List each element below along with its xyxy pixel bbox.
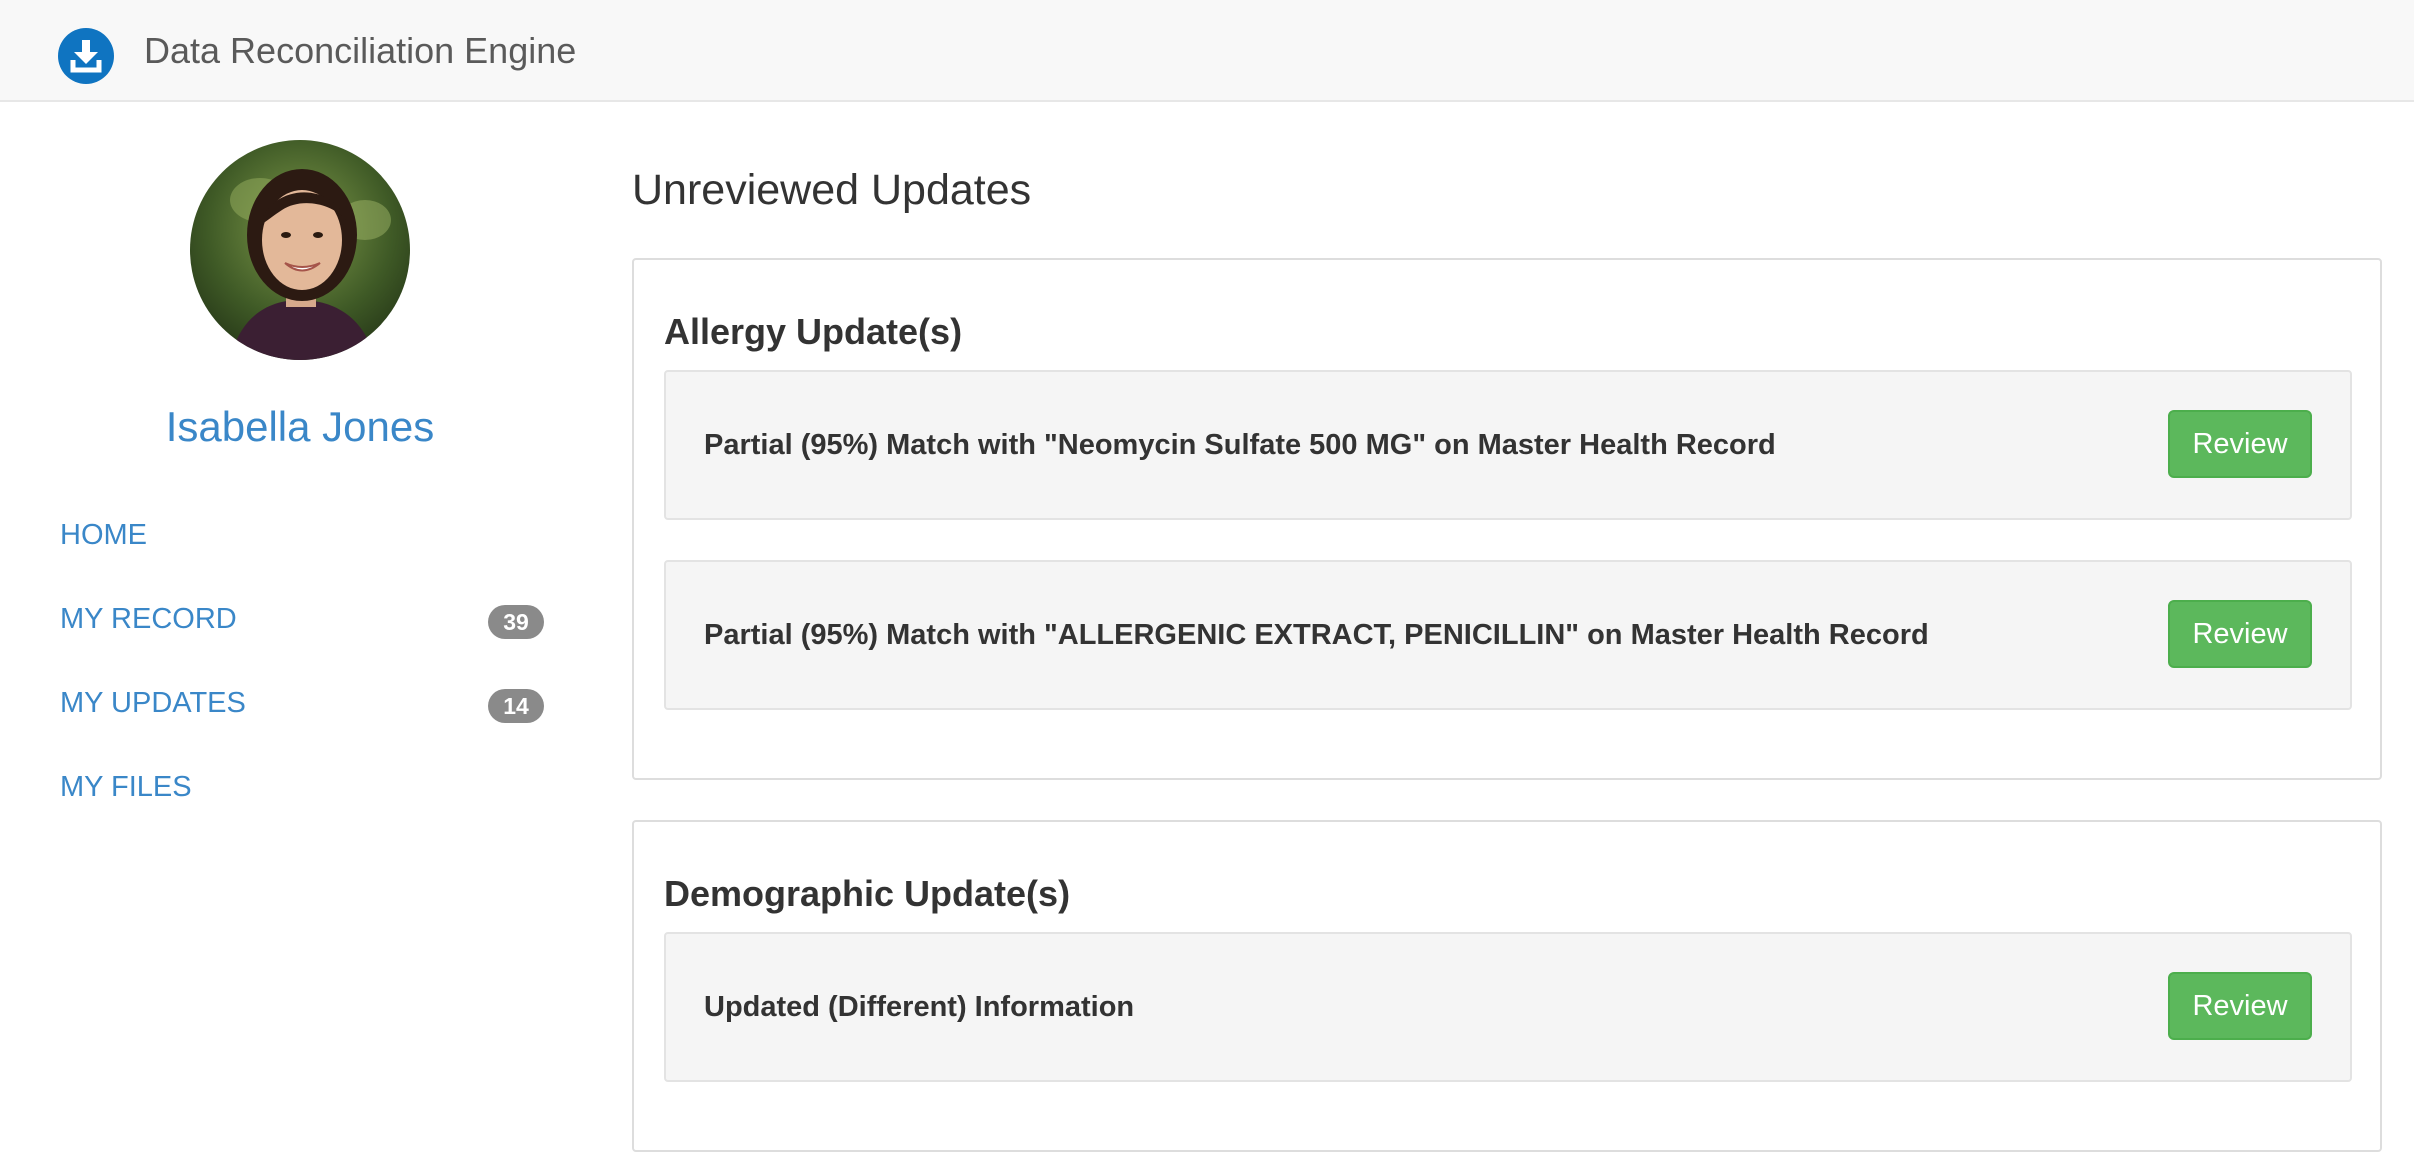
top-navbar: Data Reconciliation Engine <box>0 0 2414 102</box>
sidebar-item-my-record[interactable]: MY RECORD 39 <box>60 591 544 651</box>
sidebar-item-my-updates[interactable]: MY UPDATES 14 <box>60 675 544 735</box>
update-description: Updated (Different) Information <box>704 991 1135 1023</box>
demographic-updates-panel: Demographic Update(s) Updated (Different… <box>632 820 2382 1152</box>
sidebar-item-label[interactable]: MY FILES <box>60 769 192 805</box>
review-button[interactable]: Review <box>2168 600 2312 668</box>
updates-count-badge: 14 <box>488 689 544 723</box>
section-heading: Allergy Update(s) <box>664 311 963 352</box>
sidebar-item-label[interactable]: MY RECORD <box>60 601 237 637</box>
update-row: Updated (Different) Information Review <box>664 932 2352 1082</box>
download-icon[interactable] <box>58 28 114 84</box>
update-row: Partial (95%) Match with "Neomycin Sulfa… <box>664 370 2352 520</box>
sidebar-item-home[interactable]: HOME <box>60 507 544 567</box>
section-heading: Demographic Update(s) <box>664 873 1071 914</box>
record-count-badge: 39 <box>488 605 544 639</box>
update-description: Partial (95%) Match with "ALLERGENIC EXT… <box>704 619 1929 651</box>
sidebar-item-label[interactable]: HOME <box>60 517 147 553</box>
sidebar-item-my-files[interactable]: MY FILES <box>60 759 544 819</box>
avatar <box>190 140 410 360</box>
app-title[interactable]: Data Reconciliation Engine <box>144 30 576 72</box>
update-row: Partial (95%) Match with "ALLERGENIC EXT… <box>664 560 2352 710</box>
allergy-updates-panel: Allergy Update(s) Partial (95%) Match wi… <box>632 258 2382 780</box>
update-description: Partial (95%) Match with "Neomycin Sulfa… <box>704 429 1776 461</box>
user-name: Isabella Jones <box>165 403 435 450</box>
page-title: Unreviewed Updates <box>632 166 1032 214</box>
review-button[interactable]: Review <box>2168 972 2312 1040</box>
review-button[interactable]: Review <box>2168 410 2312 478</box>
sidebar-item-label[interactable]: MY UPDATES <box>60 685 246 721</box>
